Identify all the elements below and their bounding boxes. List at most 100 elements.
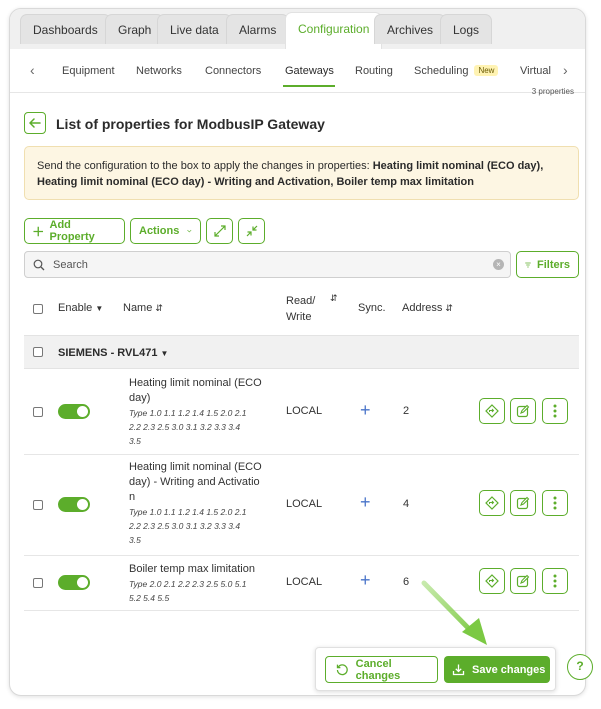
read-write-sort-icon[interactable]: ⇵ — [330, 293, 338, 304]
address-column-header[interactable]: Address ⇵ — [402, 302, 453, 314]
edit-button[interactable] — [510, 398, 536, 424]
filters-button[interactable]: Filters — [516, 251, 579, 278]
property-type-line: Type 1.0 1.1 1.2 1.4 1.5 2.0 2.1 — [129, 408, 247, 418]
property-type-line: 2.2 2.3 2.5 3.0 3.1 3.2 3.3 3.4 — [129, 422, 241, 432]
sync-plus-icon[interactable]: + — [360, 493, 371, 511]
group-name: SIEMENS - RVL471 — [58, 347, 158, 359]
enable-toggle[interactable] — [58, 404, 90, 419]
row-checkbox[interactable] — [33, 500, 43, 510]
property-name-line: day) - Writing and Activatio — [129, 476, 260, 488]
property-name: Boiler temp max limitation — [129, 562, 267, 577]
tab-configuration[interactable]: Configuration — [285, 12, 383, 49]
filter-icon — [525, 262, 531, 267]
search-placeholder: Search — [53, 258, 88, 271]
undo-icon — [336, 664, 348, 676]
edit-icon — [516, 404, 530, 418]
sort-icon: ⇵ — [445, 303, 453, 313]
subtab-scheduling[interactable]: Scheduling New — [414, 65, 499, 77]
property-name-line: Boiler temp max limitation — [129, 563, 255, 575]
expand-all-button[interactable] — [206, 218, 233, 244]
subtab-equipment[interactable]: Equipment — [62, 65, 115, 77]
tab-logs[interactable]: Logs — [440, 14, 493, 44]
property-name-line: Heating limit nominal (ECO — [129, 461, 262, 473]
group-row[interactable]: SIEMENS - RVL471 ▼ — [24, 335, 579, 369]
more-options-button[interactable] — [542, 398, 568, 424]
subtab-scheduling-label: Scheduling — [414, 65, 469, 77]
edit-button[interactable] — [510, 568, 536, 594]
sync-plus-icon[interactable]: + — [360, 571, 371, 589]
row-divider — [24, 610, 579, 611]
enable-toggle[interactable] — [58, 575, 90, 590]
subtab-gateways[interactable]: Gateways — [285, 65, 334, 77]
diamond-action-button[interactable] — [479, 398, 505, 424]
property-type-line: 3.5 — [129, 535, 141, 545]
tab-archives[interactable]: Archives — [374, 14, 447, 44]
row-checkbox[interactable] — [33, 407, 43, 417]
subtab-virtual[interactable]: Virtual — [520, 65, 551, 77]
cancel-changes-button[interactable]: Cancel changes — [325, 656, 438, 683]
enable-header-label: Enable — [58, 302, 93, 314]
plus-icon — [33, 226, 44, 236]
property-name-line: day) — [129, 392, 151, 404]
collapse-all-button[interactable] — [238, 218, 265, 244]
row-checkbox[interactable] — [33, 578, 43, 588]
chevron-left-icon[interactable]: ‹ — [30, 62, 35, 78]
edit-button[interactable] — [510, 490, 536, 516]
app-window: Dashboards Graph Live data Alarms Config… — [9, 8, 586, 696]
property-type-line: Type 1.0 1.1 1.2 1.4 1.5 2.0 2.1 — [129, 507, 247, 517]
add-property-button[interactable]: Add Property — [24, 218, 125, 244]
sync-plus-icon[interactable]: + — [360, 401, 371, 419]
diamond-arrow-icon — [485, 496, 499, 510]
name-column-header[interactable]: Name ⇵ — [123, 302, 163, 314]
tab-graph[interactable]: Graph — [105, 14, 165, 44]
tab-alarms[interactable]: Alarms — [226, 14, 290, 44]
group-checkbox[interactable] — [33, 347, 43, 357]
back-button[interactable] — [24, 112, 46, 134]
address-value: 6 — [403, 576, 410, 588]
edit-icon — [516, 574, 530, 588]
save-changes-bar: Cancel changes Save changes — [315, 647, 556, 691]
collapse-icon — [246, 225, 257, 237]
tab-dashboards[interactable]: Dashboards — [20, 14, 111, 44]
subtab-connectors[interactable]: Connectors — [205, 65, 261, 77]
search-input[interactable]: Search × — [24, 251, 511, 278]
cancel-changes-label: Cancel changes — [355, 657, 401, 682]
new-badge: New — [474, 65, 499, 76]
filters-label: Filters — [536, 258, 570, 271]
property-type-line: 3.5 — [129, 436, 141, 446]
diamond-action-button[interactable] — [479, 490, 505, 516]
tab-live-data[interactable]: Live data — [157, 14, 232, 44]
subtab-routing[interactable]: Routing — [355, 65, 393, 77]
notice-text: Send the configuration to the box to app… — [37, 160, 373, 172]
actions-dropdown[interactable]: Actions — [130, 218, 201, 244]
kebab-menu-icon — [553, 404, 557, 418]
save-changes-label: Save changes — [472, 663, 546, 676]
select-all-checkbox[interactable] — [33, 304, 43, 314]
diamond-action-button[interactable] — [479, 568, 505, 594]
enable-toggle[interactable] — [58, 497, 90, 512]
read-write-value: LOCAL — [286, 405, 323, 417]
sub-tab-bar: ‹ Equipment Networks Connectors Gateways… — [10, 49, 585, 93]
property-count: 3 properties — [531, 87, 574, 96]
edit-icon — [516, 496, 530, 510]
address-value: 2 — [403, 405, 410, 417]
read-write-value: LOCAL — [286, 576, 323, 588]
more-options-button[interactable] — [542, 490, 568, 516]
property-type: Type 1.0 1.1 1.2 1.4 1.5 2.0 2.1 2.2 2.3… — [129, 505, 267, 547]
pending-changes-notice: Send the configuration to the box to app… — [24, 146, 579, 200]
chevron-right-icon[interactable]: › — [563, 62, 568, 78]
row-divider — [24, 454, 579, 455]
help-icon[interactable]: ? — [567, 654, 593, 680]
sort-down-icon: ▼ — [95, 304, 104, 313]
clear-search-icon[interactable]: × — [493, 259, 504, 270]
save-icon — [452, 664, 465, 676]
property-name: Heating limit nominal (ECO day) — [129, 376, 267, 406]
subtab-networks[interactable]: Networks — [136, 65, 182, 77]
read-write-column-header[interactable]: Read/ Write — [286, 293, 315, 325]
more-options-button[interactable] — [542, 568, 568, 594]
arrow-left-icon — [29, 118, 41, 128]
save-changes-button[interactable]: Save changes — [444, 656, 550, 683]
active-subtab-indicator — [283, 85, 335, 87]
enable-column-header[interactable]: Enable ▼ — [58, 302, 103, 314]
property-type-line: 2.2 2.3 2.5 3.0 3.1 3.2 3.3 3.4 — [129, 521, 241, 531]
